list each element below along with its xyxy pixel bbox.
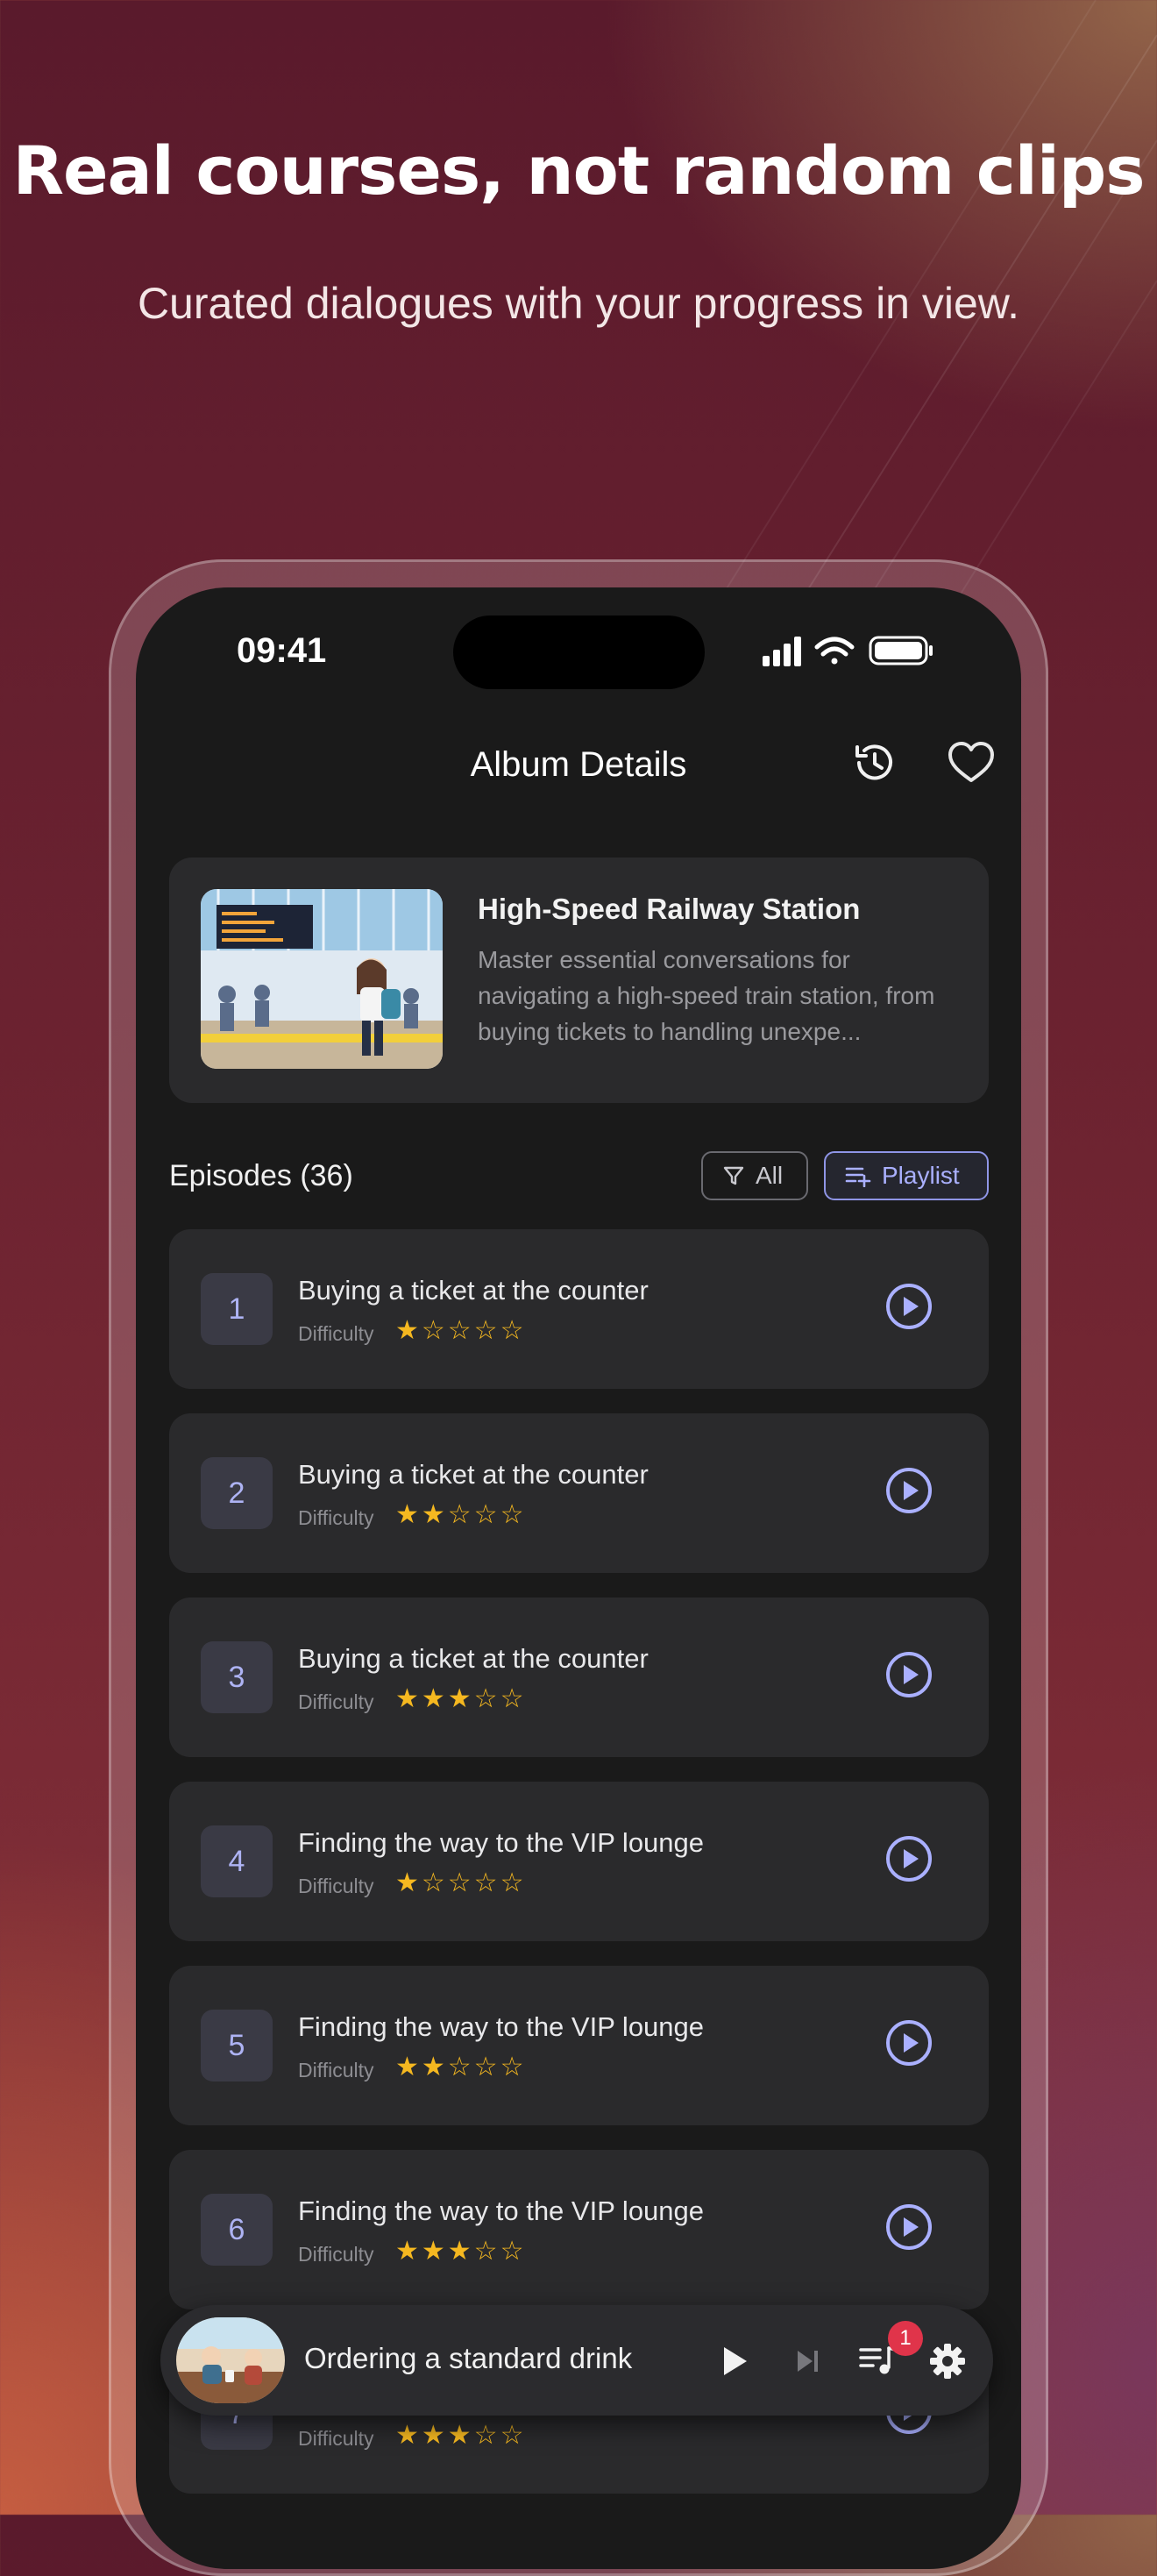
heart-icon[interactable] [947,740,996,786]
filter-icon [723,1166,744,1185]
promo-subline: Curated dialogues with your progress in … [137,279,1020,328]
playlist-button[interactable]: Playlist [824,1151,989,1200]
difficulty-label: Difficulty [298,1875,374,1897]
gear-icon[interactable] [928,2342,967,2380]
difficulty-stars: ★★☆☆☆ [395,2052,527,2082]
episode-row[interactable]: 5 Finding the way to the VIP lounge Diff… [169,1966,989,2125]
status-time: 09:41 [237,631,327,670]
status-icons [763,636,933,666]
difficulty-label: Difficulty [298,2243,374,2266]
filter-all-button[interactable]: All [701,1151,808,1200]
dynamic-island [453,616,705,689]
episode-row[interactable]: 6 Finding the way to the VIP lounge Diff… [169,2150,989,2309]
difficulty-stars: ★★★☆☆ [395,2420,527,2451]
difficulty-label: Difficulty [298,2059,374,2081]
play-circle-icon[interactable] [884,1282,933,1331]
difficulty-stars: ★☆☆☆☆ [395,1868,527,1898]
difficulty-stars: ★☆☆☆☆ [395,1315,527,1346]
episode-number: 2 [201,1457,273,1529]
play-icon[interactable] [717,2344,752,2379]
episode-number: 1 [201,1273,273,1345]
battery-icon [869,636,933,665]
episode-row[interactable]: 2 Buying a ticket at the counter Difficu… [169,1413,989,1573]
difficulty-stars: ★★★☆☆ [395,1683,527,1714]
play-circle-icon[interactable] [884,2202,933,2252]
play-circle-icon[interactable] [884,1834,933,1883]
difficulty-label: Difficulty [298,1322,374,1345]
difficulty-stars: ★★★☆☆ [395,2236,527,2266]
promo-headline: Real courses, not random clips [12,132,1145,210]
episode-number: 4 [201,1825,273,1897]
play-circle-icon[interactable] [884,1650,933,1699]
history-icon[interactable] [850,738,899,787]
album-description: Master essential conversations for navig… [478,946,935,1045]
episode-title: Finding the way to the VIP lounge [298,2011,705,2042]
difficulty-label: Difficulty [298,1690,374,1713]
playlist-label: Playlist [882,1162,960,1189]
now-playing-cover-image [176,2317,285,2403]
episode-title: Buying a ticket at the counter [298,1459,649,1490]
episode-title: Buying a ticket at the counter [298,1643,649,1674]
cellular-signal-icon [763,637,801,666]
skip-next-icon[interactable] [793,2346,823,2376]
difficulty-label: Difficulty [298,2427,374,2450]
play-circle-icon[interactable] [884,2018,933,2067]
album-cover-image [201,889,443,1069]
playlist-add-icon [845,1167,871,1187]
episodes-heading: Episodes (36) [169,1159,353,1192]
episode-title: Finding the way to the VIP lounge [298,2195,705,2226]
episode-title: Buying a ticket at the counter [298,1275,649,1306]
episode-row[interactable]: 3 Buying a ticket at the counter Difficu… [169,1598,989,1757]
album-title: High-Speed Railway Station [478,893,861,925]
play-circle-icon[interactable] [884,1466,933,1515]
episode-row[interactable]: 4 Finding the way to the VIP lounge Diff… [169,1782,989,1941]
album-card[interactable]: High-Speed Railway Station Master essent… [169,857,989,1103]
mini-player[interactable]: Ordering a standard drink 1 [160,2305,993,2416]
wifi-icon [814,637,855,665]
difficulty-label: Difficulty [298,1506,374,1529]
episode-number: 6 [201,2194,273,2266]
filter-label: All [756,1162,784,1189]
now-playing-title: Ordering a standard drink [304,2342,633,2374]
phone-screen: 09:41 Album Details High-Speed Railway S… [136,587,1021,2569]
episode-number: 3 [201,1641,273,1713]
episode-title: Finding the way to the VIP lounge [298,1827,705,1858]
episode-row[interactable]: 1 Buying a ticket at the counter Difficu… [169,1229,989,1389]
queue-count-badge: 1 [888,2321,923,2356]
episode-number: 5 [201,2010,273,2081]
difficulty-stars: ★★☆☆☆ [395,1499,527,1530]
